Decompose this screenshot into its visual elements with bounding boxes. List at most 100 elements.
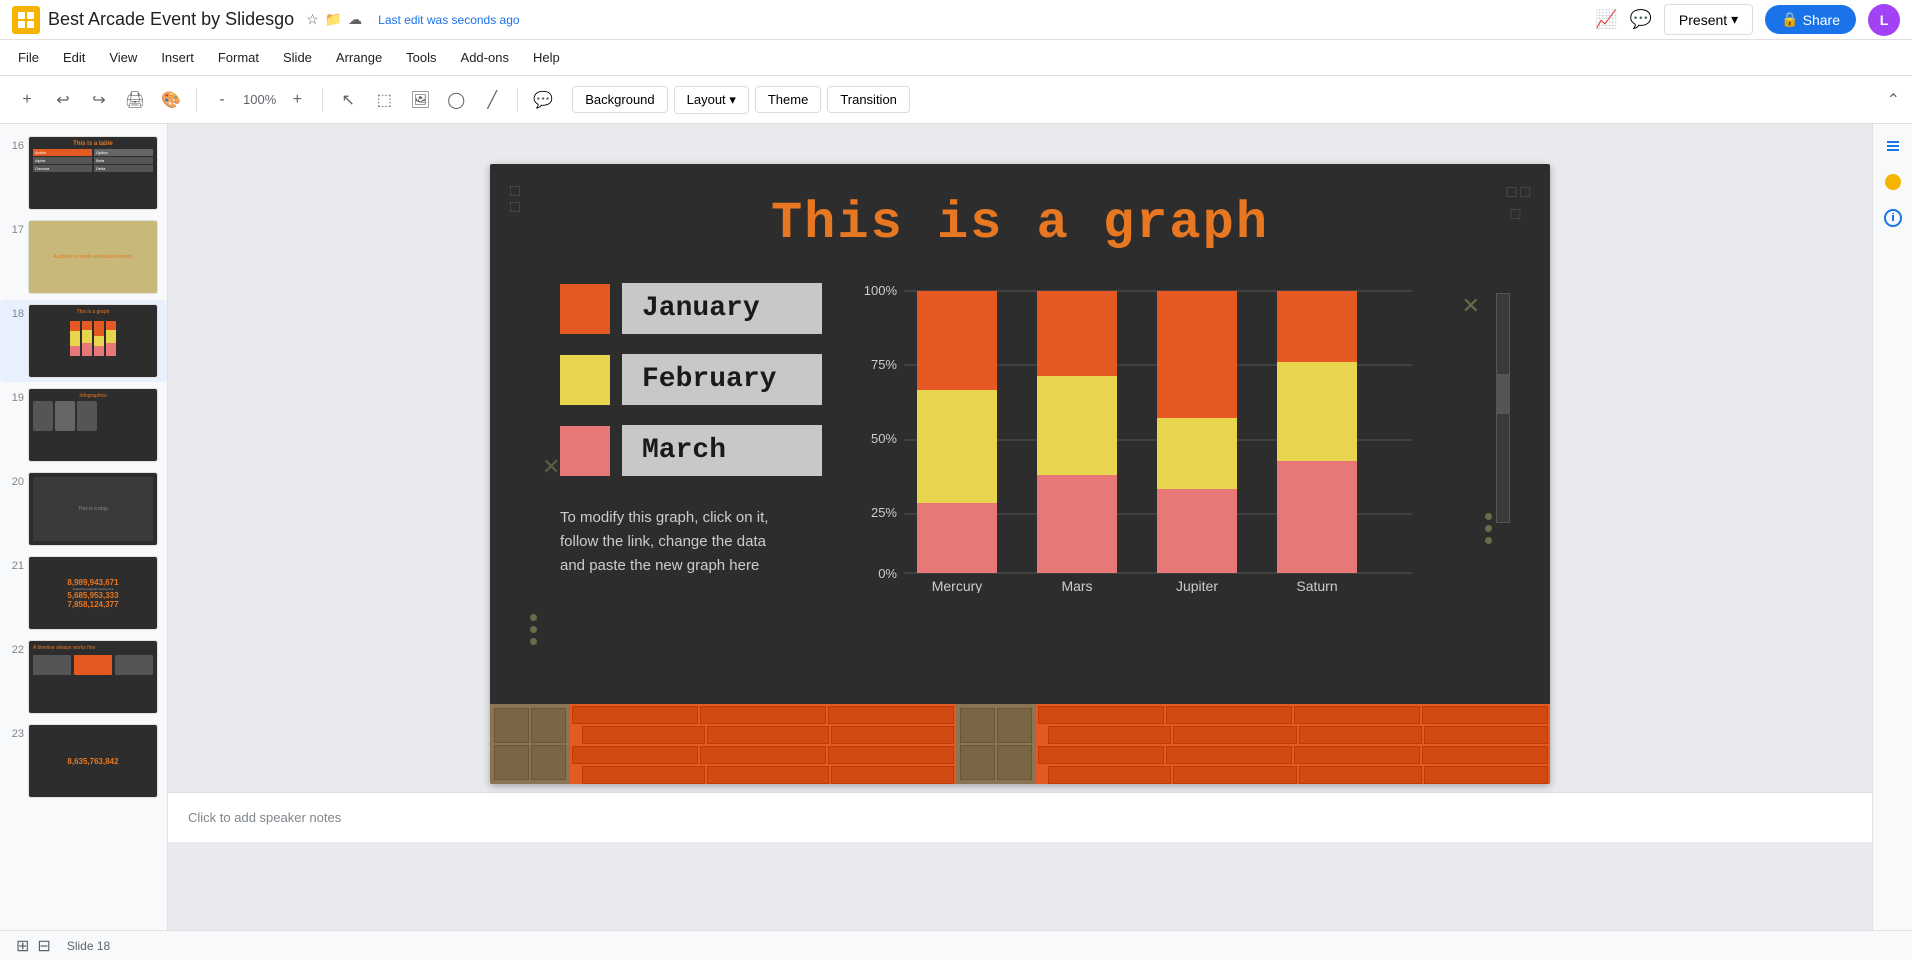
comment-btn[interactable]: 💬 [528, 85, 558, 115]
slide-thumb-22[interactable]: 22 A timeline always works fine [0, 636, 167, 718]
share-label: Share [1803, 12, 1840, 28]
cross-right: ✕ [1462, 293, 1480, 319]
zoom-in-btn[interactable]: + [282, 85, 312, 115]
chart-legend: ✕ January February March [530, 283, 822, 578]
toolbar-right: Background Layout ▾ Theme Transition [572, 86, 910, 114]
bottom-bar: ⊞ ⊟ Slide 18 [0, 930, 1912, 960]
right-panel [1872, 124, 1912, 930]
mars-bar-feb [1037, 376, 1117, 475]
slide-thumb-20[interactable]: 20 This is a map [0, 468, 167, 550]
s18-bar-2 [82, 321, 92, 356]
line-btn[interactable]: ╱ [477, 85, 507, 115]
shape-btn[interactable]: ◯ [441, 85, 471, 115]
toolbar: + ↩ ↪ 🖨 🎨 - 100% + ↖ ⬚ 🖼 ◯ ╱ 💬 Backgroun… [0, 76, 1912, 124]
cloud-icon[interactable]: ☁ [348, 11, 362, 28]
corner-bracket-tl: □□ [510, 184, 520, 216]
slide-view-controls: ⊞ ⊟ [16, 936, 51, 956]
folder-icon[interactable]: 📁 [325, 11, 342, 28]
right-icon-3[interactable] [1879, 204, 1907, 232]
paint-format-btn[interactable]: 🎨 [156, 85, 186, 115]
layout-label: Layout [687, 92, 726, 107]
menu-insert[interactable]: Insert [151, 46, 204, 69]
menu-edit[interactable]: Edit [53, 46, 95, 69]
toolbar-collapse-btn[interactable]: ⌃ [1887, 90, 1900, 110]
slide-thumb-18[interactable]: 18 This is a graph [0, 300, 167, 382]
brick-section-1 [570, 704, 956, 784]
slide-canvas[interactable]: □□ □□ □ This is a graph ✕ [490, 164, 1550, 784]
undo-btn[interactable]: ↩ [48, 85, 78, 115]
notes-area[interactable]: Click to add speaker notes [168, 792, 1872, 842]
slide-preview-20: This is a map [28, 472, 158, 546]
menu-slide[interactable]: Slide [273, 46, 322, 69]
print-btn[interactable]: 🖨 [120, 85, 150, 115]
zoom-out-btn[interactable]: - [207, 85, 237, 115]
s18-bar-3 [94, 321, 104, 356]
y-label-75: 75% [871, 357, 897, 372]
menu-view[interactable]: View [99, 46, 147, 69]
slide-title: This is a graph [490, 164, 1550, 263]
slide-thumb-19[interactable]: 19 Infographics [0, 384, 167, 466]
menu-tools[interactable]: Tools [396, 46, 446, 69]
main-content: 16 This is a table ActionOption AlphaBet… [0, 124, 1912, 930]
stone-block-middle [956, 704, 1036, 784]
s16-title: This is a table [33, 141, 153, 147]
list-view-icon[interactable]: ⊟ [37, 936, 50, 956]
stone-block-left [490, 704, 570, 784]
brick-section-2 [1036, 704, 1550, 784]
menu-file[interactable]: File [8, 46, 49, 69]
present-button[interactable]: Present ▾ [1664, 4, 1753, 35]
transition-button[interactable]: Transition [827, 86, 910, 113]
s21-num2: 5,685,953,333 [67, 591, 118, 600]
menu-arrange[interactable]: Arrange [326, 46, 392, 69]
legend-label-february: February [622, 354, 822, 405]
transition-label: Transition [840, 92, 897, 107]
slide-preview-23: 8,635,763,842 [28, 724, 158, 798]
background-button[interactable]: Background [572, 86, 667, 113]
right-icon-2[interactable] [1879, 168, 1907, 196]
present-chevron-icon: ▾ [1731, 11, 1738, 28]
jupiter-bar-feb [1157, 418, 1237, 489]
slide-num-22: 22 [8, 644, 24, 656]
layout-chevron-icon: ▾ [729, 92, 736, 107]
legend-label-march: March [622, 425, 822, 476]
trending-icon[interactable]: 📈 [1595, 9, 1617, 30]
sep3 [517, 88, 518, 112]
present-label: Present [1679, 12, 1727, 28]
slide-num-16: 16 [8, 140, 24, 152]
user-avatar[interactable]: L [1868, 4, 1900, 36]
slide-thumb-16[interactable]: 16 This is a table ActionOption AlphaBet… [0, 132, 167, 214]
cursor-btn[interactable]: ↖ [333, 85, 363, 115]
select-btn[interactable]: ⬚ [369, 85, 399, 115]
menu-addons[interactable]: Add-ons [451, 46, 519, 69]
share-button[interactable]: 🔒 Share [1765, 5, 1856, 34]
legend-item-february: February [530, 354, 822, 405]
new-slide-btn[interactable]: + [12, 85, 42, 115]
menu-format[interactable]: Format [208, 46, 269, 69]
star-icon[interactable]: ☆ [306, 11, 319, 28]
y-label-0: 0% [878, 566, 897, 581]
doc-title: Best Arcade Event by Slidesgo [48, 9, 294, 30]
slide-thumb-17[interactable]: 17 A picture is worth a thousand words [0, 216, 167, 298]
sep2 [322, 88, 323, 112]
zoom-level: 100% [243, 92, 276, 107]
menu-help[interactable]: Help [523, 46, 570, 69]
comment-icon[interactable]: 💬 [1630, 9, 1652, 30]
s23-num: 8,635,763,842 [67, 757, 118, 766]
slide-thumb-23[interactable]: 23 8,635,763,842 [0, 720, 167, 802]
s22-timeline [33, 655, 153, 675]
grid-view-icon[interactable]: ⊞ [16, 936, 29, 956]
s16-table: ActionOption AlphaBeta GammaDelta [33, 149, 153, 172]
layout-button[interactable]: Layout ▾ [674, 86, 749, 114]
legend-color-february [560, 355, 610, 405]
theme-button[interactable]: Theme [755, 86, 821, 113]
slide-preview-16: This is a table ActionOption AlphaBeta G… [28, 136, 158, 210]
slide-num-23: 23 [8, 728, 24, 740]
right-icon-1[interactable] [1879, 132, 1907, 160]
mars-bar-mar [1037, 475, 1117, 573]
chart-description: To modify this graph, click on it,follow… [560, 506, 822, 578]
image-btn[interactable]: 🖼 [405, 85, 435, 115]
slide-body: ✕ January February March [490, 263, 1550, 618]
y-label-25: 25% [871, 505, 897, 520]
slide-thumb-21[interactable]: 21 8,989,943,671 Following progress duri… [0, 552, 167, 634]
redo-btn[interactable]: ↪ [84, 85, 114, 115]
